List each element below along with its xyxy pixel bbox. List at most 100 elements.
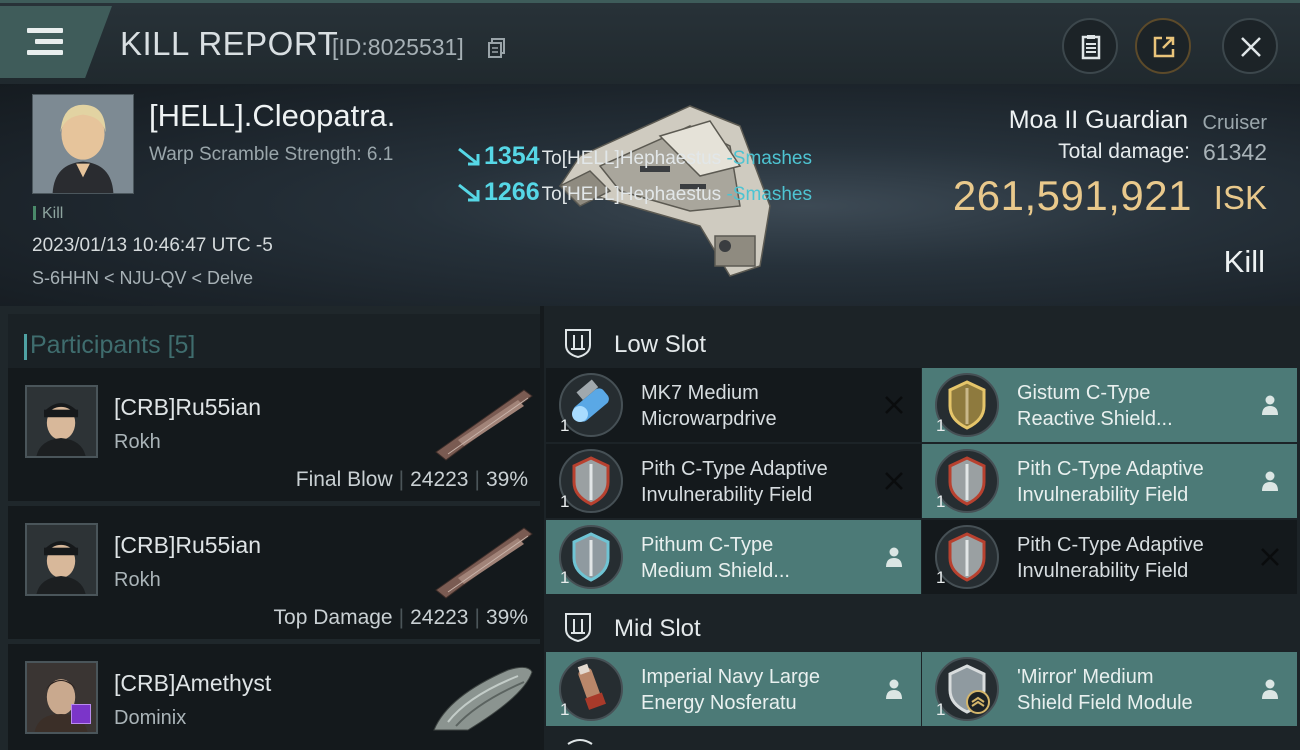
module-item[interactable]: 1 MK7 Medium Microwarpdrive: [546, 368, 921, 442]
participant-stats: Final Blow | 24223 | 39%: [295, 468, 528, 491]
participants-header: Participants [5]: [8, 314, 540, 368]
menu-button[interactable]: [0, 6, 112, 78]
next-slot-icon: [567, 739, 593, 745]
isk-value: 261,591,921: [952, 172, 1192, 219]
participant-percent: 39%: [485, 468, 528, 491]
total-damage-value: 61342: [1203, 139, 1267, 165]
participant-avatar[interactable]: [25, 385, 98, 458]
participant-role: Top Damage: [273, 606, 393, 629]
participant-name: [CRB]Ru55ian: [114, 394, 262, 420]
ship-class: Cruiser: [1202, 112, 1267, 134]
participant-ship: Dominix: [114, 707, 187, 729]
participant-avatar[interactable]: [25, 523, 98, 596]
damage-target: To[HELL]Hephaestus: [541, 148, 722, 169]
destroyed-icon: [885, 396, 903, 414]
low-slot-label: Low Slot: [614, 331, 707, 358]
participant-card[interactable]: [CRB]Ru55ian Rokh Top Damage | 24223 | 39%: [8, 506, 540, 639]
module-item[interactable]: 1 'Mirror' Medium Shield Field Module: [922, 652, 1297, 726]
module-quantity: 1: [936, 700, 946, 719]
kill-result: Kill: [1223, 244, 1265, 279]
destroyed-icon: [1261, 548, 1279, 566]
dropped-person-icon: [1262, 395, 1278, 415]
dropped-person-icon: [1262, 471, 1278, 491]
ship-name[interactable]: Moa II Guardian: [1009, 106, 1188, 135]
module-quantity: 1: [560, 700, 570, 719]
damage-amount: 1354: [484, 142, 540, 170]
module-item[interactable]: 1 Pith C-Type Adaptive Invulnerability Fi…: [922, 520, 1297, 594]
damage-arrow-icon: [458, 147, 480, 166]
clipboard-button[interactable]: [1062, 18, 1118, 74]
damage-type: -Smashes: [726, 184, 812, 205]
fitting-panel: Low Slot 1 MK7 Medium Microwarpdrive 1 Gi…: [544, 306, 1300, 750]
module-name: Gistum C-Type Reactive Shield...: [1017, 382, 1173, 430]
participant-name: [CRB]Ru55ian: [114, 532, 262, 558]
close-button[interactable]: [1222, 18, 1278, 74]
participant-damage: 24223: [410, 468, 469, 491]
total-damage-label: Total damage:: [1058, 140, 1190, 163]
top-bar: KILL REPORT [ID:8025531]: [0, 0, 1300, 84]
report-id: [ID:8025531]: [332, 34, 464, 60]
participant-name: [CRB]Amethyst: [114, 670, 272, 696]
rank-badge-icon: [71, 704, 91, 724]
clipboard-icon: [1081, 35, 1101, 60]
module-name: Pith C-Type Adaptive Invulnerability Fiel…: [641, 458, 828, 506]
module-item[interactable]: 1 Pithum C-Type Medium Shield...: [546, 520, 921, 594]
kill-location[interactable]: S-6HHN < NJU-QV < Delve: [32, 268, 253, 289]
module-quantity: 1: [560, 416, 570, 435]
isk-unit: ISK: [1213, 179, 1267, 216]
destroyed-icon: [885, 472, 903, 490]
mid-slot-label: Mid Slot: [614, 615, 701, 642]
damage-target: To[HELL]Hephaestus: [541, 184, 722, 205]
participant-card[interactable]: [CRB]Ru55ian Rokh Final Blow | 24223 | 39%: [8, 368, 540, 501]
low-slot-icon: [565, 329, 591, 359]
share-icon: [1153, 36, 1175, 58]
participant-stats: Top Damage | 24223 | 39%: [273, 606, 528, 629]
module-name: Pith C-Type Adaptive Invulnerability Fiel…: [1017, 534, 1204, 582]
close-icon: [1241, 37, 1261, 57]
page-title: KILL REPORT: [120, 25, 339, 62]
module-item[interactable]: 1 Gistum C-Type Reactive Shield...: [922, 368, 1297, 442]
module-quantity: 1: [936, 568, 946, 587]
participants-panel: Participants [5] [CRB]Ru55ian Rokh Final…: [0, 306, 540, 750]
victim-name[interactable]: [HELL].Cleopatra.: [149, 98, 395, 134]
participants-count: [5]: [167, 331, 196, 359]
low-slot-header: Low Slot: [544, 312, 1300, 372]
mid-slot-header: Mid Slot: [544, 596, 1300, 656]
victim-portrait[interactable]: [32, 94, 134, 194]
participant-ship-image: [435, 527, 533, 599]
participant-card[interactable]: [CRB]Amethyst Dominix: [8, 644, 540, 750]
mid-slot-icon: [565, 613, 591, 643]
warp-scramble-strength: Warp Scramble Strength: 6.1: [149, 144, 394, 165]
dropped-person-icon: [886, 679, 902, 699]
participant-role: Final Blow: [295, 468, 393, 491]
kill-summary-banner: [HELL].Cleopatra. Warp Scramble Strength…: [0, 84, 1300, 306]
module-quantity: 1: [936, 492, 946, 511]
module-name: Imperial Navy Large Energy Nosferatu: [641, 666, 820, 714]
participant-ship-image: [433, 666, 533, 731]
menu-icon: [27, 28, 63, 56]
dropped-person-icon: [1262, 679, 1278, 699]
module-quantity: 1: [560, 568, 570, 587]
participant-ship: Rokh: [114, 431, 161, 453]
damage-event: 1354 To[HELL]Hephaestus -Smashes: [456, 142, 812, 171]
participants-title: Participants [5]: [23, 331, 196, 360]
module-item[interactable]: 1 Pith C-Type Adaptive Invulnerability Fi…: [546, 444, 921, 518]
participant-ship-image: [435, 389, 533, 461]
participant-damage: 24223: [410, 606, 469, 629]
damage-type: -Smashes: [726, 148, 812, 169]
module-item[interactable]: 1 Imperial Navy Large Energy Nosferatu: [546, 652, 921, 726]
module-name: Pithum C-Type Medium Shield...: [641, 534, 790, 582]
module-quantity: 1: [936, 416, 946, 435]
damage-event: 1266 To[HELL]Hephaestus -Smashes: [456, 178, 812, 207]
participant-percent: 39%: [485, 606, 528, 629]
share-button[interactable]: [1135, 18, 1191, 74]
module-item[interactable]: 1 Pith C-Type Adaptive Invulnerability Fi…: [922, 444, 1297, 518]
kill-tag: Kill: [33, 205, 63, 223]
module-name: MK7 Medium Microwarpdrive: [641, 382, 777, 430]
dropped-person-icon: [886, 547, 902, 567]
copy-icon[interactable]: [488, 38, 506, 58]
damage-amount: 1266: [484, 178, 540, 206]
module-quantity: 1: [560, 492, 570, 511]
kill-datetime: 2023/01/13 10:46:47 UTC -5: [32, 235, 273, 256]
damage-arrow-icon: [458, 183, 480, 202]
